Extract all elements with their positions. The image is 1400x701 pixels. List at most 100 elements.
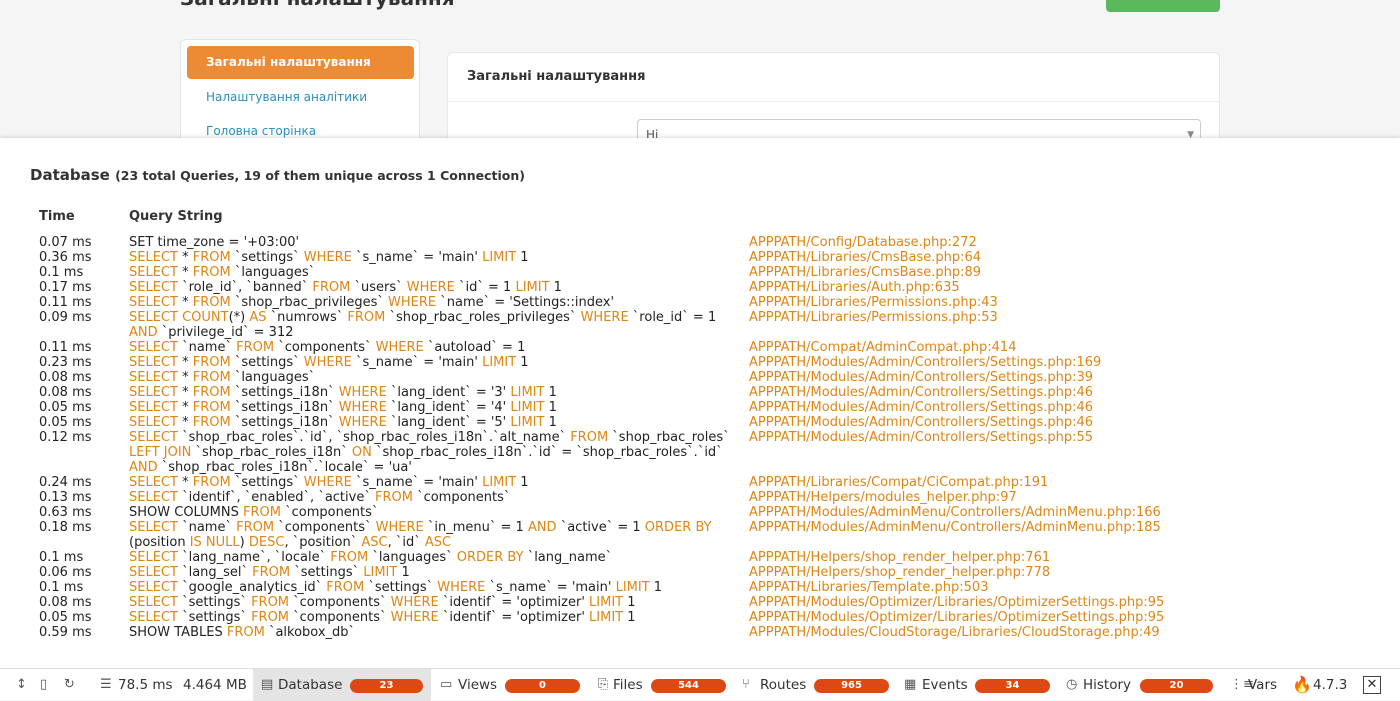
- query-source-link[interactable]: APPPATH/Libraries/Compat/CiCompat.php:19…: [749, 475, 1048, 490]
- sql-keyword: SELECT: [129, 550, 178, 565]
- sql-keyword: COUNT: [182, 310, 229, 325]
- sql-keyword: SELECT: [129, 310, 178, 325]
- sql-keyword: WHERE: [390, 595, 439, 610]
- sql-keyword: FROM: [226, 625, 265, 640]
- sql-keyword: AND: [129, 325, 158, 340]
- sidebar-item-analytics[interactable]: Налаштування аналітики: [187, 81, 414, 114]
- query-source-link[interactable]: APPPATH/Helpers/shop_render_helper.php:7…: [749, 550, 1050, 565]
- query-source-link[interactable]: APPPATH/Libraries/CmsBase.php:64: [749, 250, 981, 265]
- query-sql: SELECT * FROM `languages`: [129, 370, 316, 385]
- query-source-link[interactable]: APPPATH/Libraries/Permissions.php:43: [749, 295, 998, 310]
- sql-keyword: LIMIT: [482, 250, 517, 265]
- tab-events[interactable]: ▦ Events 34: [900, 669, 1052, 701]
- tab-files[interactable]: ⎘ Files 544: [594, 669, 730, 701]
- sql-keyword: LEFT JOIN: [129, 445, 192, 460]
- sql-keyword: FROM: [326, 580, 365, 595]
- query-time: 0.12 ms: [39, 430, 92, 445]
- column-header-time: Time: [39, 209, 75, 224]
- query-sql: SHOW COLUMNS FROM `components`: [129, 505, 379, 520]
- query-source-link[interactable]: APPPATH/Libraries/CmsBase.php:89: [749, 265, 981, 280]
- sql-keyword: LIMIT: [515, 280, 550, 295]
- tab-routes-label: Routes: [760, 677, 807, 693]
- tab-routes[interactable]: ⑂ Routes 965: [738, 669, 892, 701]
- query-source-link[interactable]: APPPATH/Modules/Optimizer/Libraries/Opti…: [749, 595, 1164, 610]
- query-source-link[interactable]: APPPATH/Modules/CloudStorage/Libraries/C…: [749, 625, 1160, 640]
- sidebar-item-general[interactable]: Загальні налаштування: [187, 46, 414, 79]
- query-source-link[interactable]: APPPATH/Libraries/Permissions.php:53: [749, 310, 998, 325]
- resize-icon[interactable]: ↕: [16, 669, 27, 701]
- sql-keyword: SELECT: [129, 370, 178, 385]
- tab-database-label: Database: [278, 677, 343, 693]
- sql-keyword: FROM: [192, 265, 231, 280]
- sql-keyword: FROM: [192, 355, 231, 370]
- sql-keyword: ORDER BY: [456, 550, 524, 565]
- query-sql: SELECT `shop_rbac_roles`.`id`, `shop_rba…: [129, 430, 730, 475]
- query-source-link[interactable]: APPPATH/Modules/Admin/Controllers/Settin…: [749, 400, 1093, 415]
- sql-keyword: FROM: [243, 505, 281, 520]
- sidebar-item-homepage[interactable]: Головна сторінка: [187, 115, 414, 140]
- sql-keyword: FROM: [251, 610, 290, 625]
- query-time: 0.1 ms: [39, 265, 84, 280]
- query-source-link[interactable]: APPPATH/Helpers/shop_render_helper.php:7…: [749, 565, 1050, 580]
- save-button[interactable]: [1106, 0, 1220, 12]
- query-source-link[interactable]: APPPATH/Config/Database.php:272: [749, 235, 977, 250]
- sql-keyword: SELECT: [129, 250, 178, 265]
- sql-keyword: LIMIT: [510, 400, 545, 415]
- sql-keyword: ASC: [424, 535, 452, 550]
- query-sql: SELECT * FROM `settings` WHERE `s_name` …: [129, 250, 529, 265]
- sql-keyword: FROM: [192, 475, 231, 490]
- sql-keyword: LIMIT: [589, 610, 624, 625]
- sql-keyword: SELECT: [129, 490, 178, 505]
- query-source-link[interactable]: APPPATH/Modules/Admin/Controllers/Settin…: [749, 355, 1101, 370]
- sql-keyword: LIMIT: [482, 355, 517, 370]
- sql-keyword: SELECT: [129, 355, 178, 370]
- query-source-link[interactable]: APPPATH/Modules/AdminMenu/Controllers/Ad…: [749, 520, 1161, 535]
- window-icon[interactable]: ▯: [40, 669, 47, 701]
- sql-keyword: WHERE: [390, 610, 439, 625]
- sql-keyword: LIMIT: [510, 385, 545, 400]
- sql-keyword: WHERE: [375, 340, 424, 355]
- sql-keyword: FROM: [236, 340, 275, 355]
- sql-keyword: ORDER BY: [644, 520, 712, 535]
- query-time: 0.11 ms: [39, 295, 92, 310]
- query-source-link[interactable]: APPPATH/Compat/AdminCompat.php:414: [749, 340, 1016, 355]
- query-time: 0.24 ms: [39, 475, 92, 490]
- query-sql: SET time_zone = '+03:00': [129, 235, 300, 250]
- sql-keyword: WHERE: [580, 310, 629, 325]
- sql-keyword: WHERE: [375, 520, 424, 535]
- query-source-link[interactable]: APPPATH/Modules/Admin/Controllers/Settin…: [749, 385, 1093, 400]
- page-title: Загальні налаштування: [180, 0, 455, 10]
- query-sql: SELECT `lang_sel` FROM `settings` LIMIT …: [129, 565, 410, 580]
- settings-sidebar: Загальні налаштування Налаштування аналі…: [180, 39, 420, 140]
- sql-keyword: SELECT: [129, 385, 178, 400]
- database-title: Database: [30, 166, 110, 184]
- sql-keyword: LIMIT: [615, 580, 650, 595]
- query-source-link[interactable]: APPPATH/Modules/Admin/Controllers/Settin…: [749, 430, 1093, 445]
- query-source-link[interactable]: APPPATH/Libraries/Auth.php:635: [749, 280, 960, 295]
- tab-files-label: Files: [613, 677, 643, 693]
- sql-keyword: LIMIT: [482, 475, 517, 490]
- setting-select[interactable]: Ні ▼: [637, 119, 1201, 140]
- query-source-link[interactable]: APPPATH/Helpers/modules_helper.php:97: [749, 490, 1017, 505]
- tab-views[interactable]: ▭ Views 0: [436, 669, 586, 701]
- query-source-link[interactable]: APPPATH/Modules/Admin/Controllers/Settin…: [749, 415, 1093, 430]
- tab-events-count: 34: [975, 679, 1050, 693]
- toolbar-memory: 4.464 MB: [183, 677, 247, 693]
- query-time: 0.36 ms: [39, 250, 92, 265]
- query-source-link[interactable]: APPPATH/Modules/AdminMenu/Controllers/Ad…: [749, 505, 1161, 520]
- tab-vars[interactable]: ⋮≡ Vars: [1226, 669, 1282, 701]
- sql-keyword: SELECT: [129, 580, 178, 595]
- query-source-link[interactable]: APPPATH/Modules/Optimizer/Libraries/Opti…: [749, 610, 1164, 625]
- sql-keyword: LIMIT: [363, 565, 398, 580]
- tab-history[interactable]: ◷ History 20: [1062, 669, 1216, 701]
- refresh-icon[interactable]: ↻: [64, 669, 75, 701]
- tab-files-count: 544: [651, 679, 726, 693]
- tab-database[interactable]: ▤ Database 23: [253, 669, 431, 701]
- tab-events-label: Events: [922, 677, 968, 693]
- sql-keyword: FROM: [192, 415, 231, 430]
- close-toolbar-button[interactable]: ✕: [1363, 676, 1381, 694]
- database-subtitle: (23 total Queries, 19 of them unique acr…: [115, 168, 525, 183]
- query-source-link[interactable]: APPPATH/Modules/Admin/Controllers/Settin…: [749, 370, 1093, 385]
- query-source-link[interactable]: APPPATH/Libraries/Template.php:503: [749, 580, 988, 595]
- sql-keyword: FROM: [192, 400, 231, 415]
